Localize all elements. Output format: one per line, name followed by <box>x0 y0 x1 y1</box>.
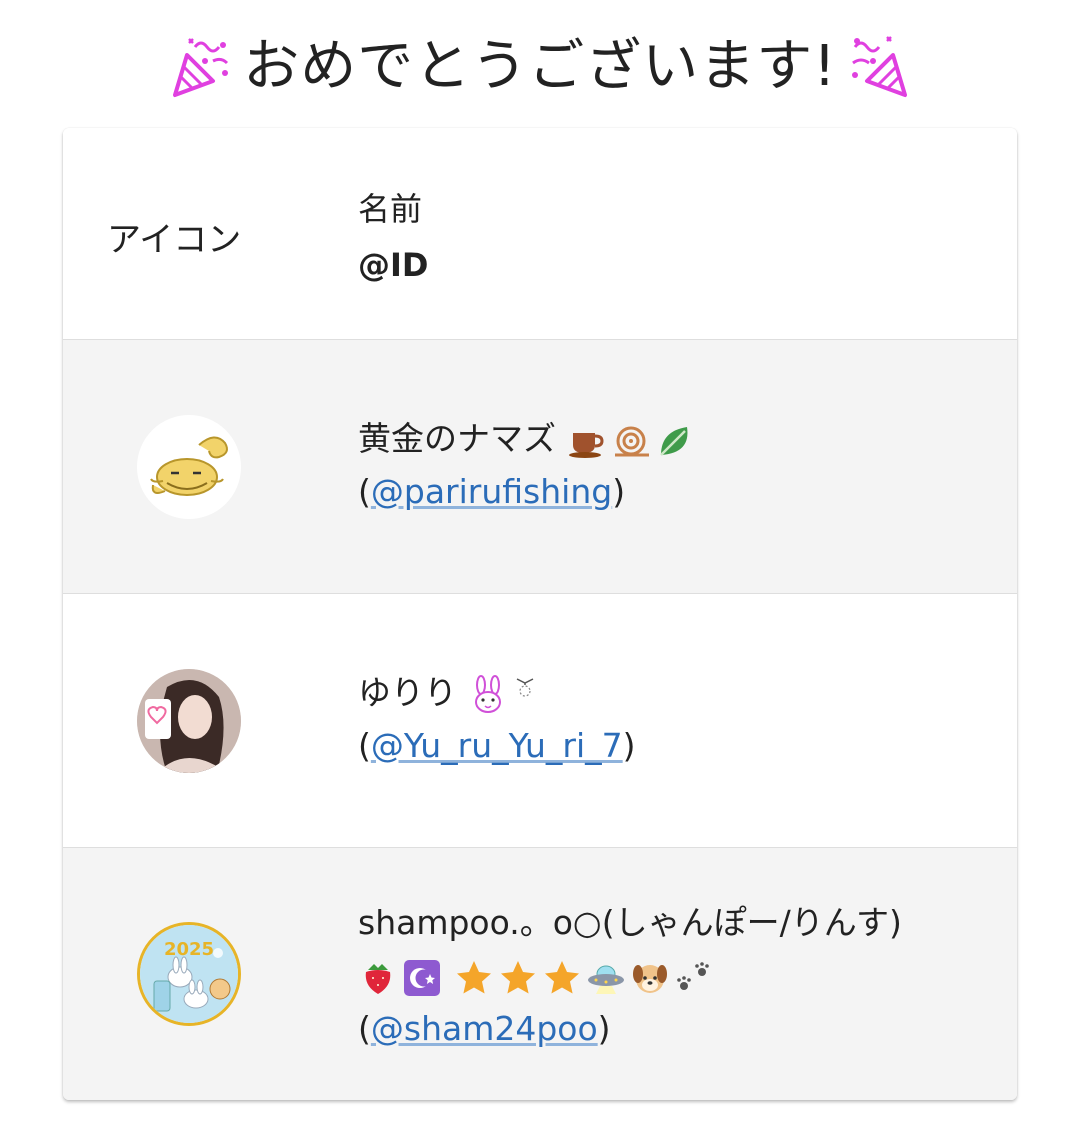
table-header: アイコン 名前 @ID <box>63 128 1017 340</box>
rabbits-2025-avatar[interactable]: 2025 <box>137 922 241 1026</box>
user-handle-link[interactable]: @sham24poo <box>371 1009 598 1048</box>
open-paren: ( <box>358 1009 371 1048</box>
star-icon <box>501 960 535 993</box>
svg-text:2025: 2025 <box>164 939 214 960</box>
winner-name-cell: ゆりり (@Yu_ru_Yu_ri_7) <box>358 666 636 772</box>
congrats-heading: おめでとうございます! <box>243 34 837 99</box>
table-row: ゆりり (@Yu_ru_Yu_ri_7) <box>63 594 1017 848</box>
user-handle-link[interactable]: @Yu_ru_Yu_ri_7 <box>371 726 623 765</box>
strawberry-icon <box>365 963 391 994</box>
rabbit-face-icon <box>474 674 501 713</box>
table-row: 黄金のナマズ (@parirufishing) <box>63 340 1017 594</box>
winner-name-cell: shampoo.。o○(しゃんぽー/りんす) (@sham24poo) <box>358 896 902 1055</box>
leafy-green-icon <box>659 426 687 456</box>
winners-table: アイコン 名前 @ID 黄金のナマズ (@parirufishing) ゆりり … <box>63 128 1017 1100</box>
dog-face-icon <box>633 964 667 993</box>
coffee-cup-icon <box>568 432 604 458</box>
golden-catfish-avatar[interactable] <box>137 415 241 519</box>
snail-icon <box>614 426 649 456</box>
paw-prints-icon <box>677 961 709 990</box>
column-header-id: @ID <box>358 246 429 284</box>
user-handle-link[interactable]: @parirufishing <box>371 472 612 511</box>
star-icon <box>457 960 491 993</box>
winner-name-cell: 黄金のナマズ (@parirufishing) <box>358 412 699 518</box>
open-paren: ( <box>358 472 371 511</box>
table-row: 2025 shampoo.。o○(しゃんぽー/りんす) (@sham24poo) <box>63 848 1017 1100</box>
close-paren: ) <box>612 472 626 511</box>
winner-name: 黄金のナマズ <box>358 419 556 458</box>
girl-photo-avatar[interactable] <box>137 669 241 773</box>
winner-name: shampoo.。o○(しゃんぽー/りんす) <box>358 903 902 942</box>
open-paren: ( <box>358 726 371 765</box>
star-icon <box>545 960 579 993</box>
page-title: おめでとうございます! <box>0 22 1080 112</box>
close-paren: ) <box>597 1009 611 1048</box>
party-popper-icon <box>851 36 907 97</box>
column-header-name: 名前 <box>358 190 423 228</box>
ribbon-sparkle-icon <box>516 677 533 697</box>
column-header-icon: アイコン <box>107 220 242 260</box>
star-and-crescent-icon <box>404 959 440 996</box>
close-paren: ) <box>622 726 636 765</box>
winner-name: ゆりり <box>358 673 457 712</box>
ufo-icon <box>588 965 624 994</box>
party-popper-icon <box>173 38 229 97</box>
